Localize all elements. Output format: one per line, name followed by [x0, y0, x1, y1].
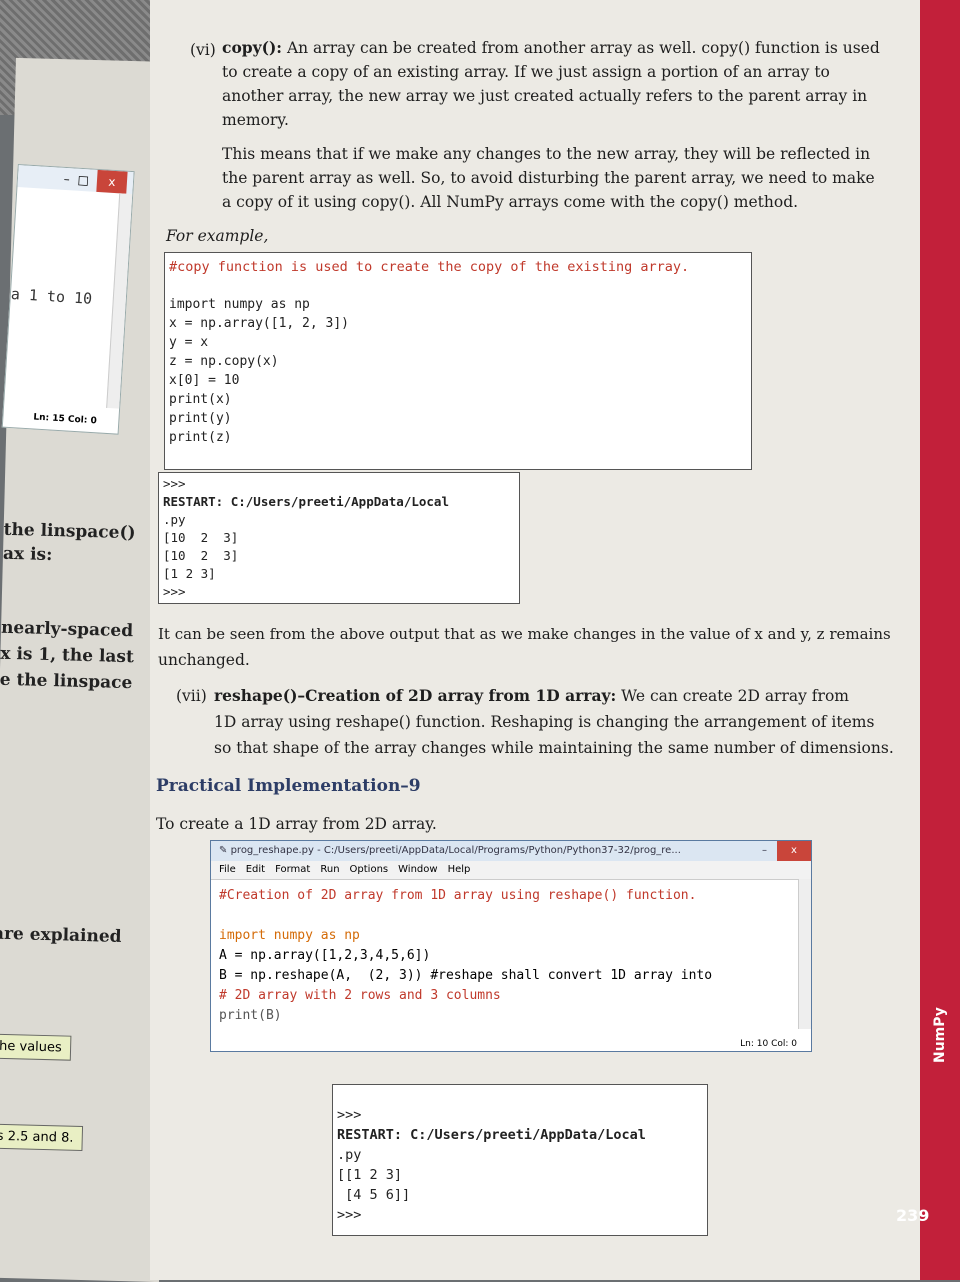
- section-vi-line4: memory.: [222, 111, 289, 129]
- output-line: RESTART: C:/Users/preeti/AppData/Local: [337, 1127, 646, 1143]
- explanation-line1: It can be seen from the above output tha…: [158, 625, 891, 643]
- maximize-icon[interactable]: □: [77, 169, 90, 192]
- code-line: import numpy as np: [219, 928, 360, 943]
- section-vi-line3: another array, the new array we just cre…: [222, 87, 868, 105]
- left-text-line: the linspace(): [3, 519, 136, 544]
- code-line: x[0] = 10: [169, 373, 240, 388]
- chapter-strip: [920, 0, 960, 1280]
- idle-menubar: File Edit Format Run Options Window Help: [211, 861, 811, 880]
- left-window-titlebar: – □ x: [17, 165, 134, 195]
- left-window-code-line: a 1 to 10: [10, 284, 93, 308]
- left-text-line: are explained: [0, 923, 122, 947]
- output-line: [1 2 3]: [163, 566, 216, 581]
- idle-editor-window: ✎ prog_reshape.py - C:/Users/preeti/AppD…: [210, 840, 812, 1052]
- menu-help[interactable]: Help: [448, 861, 471, 879]
- section-vii-line1: reshape()–Creation of 2D array from 1D a…: [214, 684, 849, 708]
- section-vi-line2: to create a copy of an existing array. I…: [222, 63, 830, 81]
- left-text-line: x is 1, the last: [0, 643, 135, 668]
- section-vi-para2-line1: This means that if we make any changes t…: [222, 145, 871, 163]
- code-box-copy: #copy function is used to create the cop…: [164, 252, 752, 470]
- section-vi-line1: copy(): An array can be created from ano…: [222, 36, 880, 60]
- code-line: print(x): [169, 392, 232, 407]
- code-line: #Creation of 2D array from 1D array usin…: [219, 888, 697, 903]
- explanation-line2: unchanged.: [158, 651, 250, 669]
- practical-task: To create a 1D array from 2D array.: [156, 815, 437, 833]
- left-note-box: s 2.5 and 8.: [0, 1123, 83, 1152]
- code-line: print(y): [169, 411, 232, 426]
- minimize-icon[interactable]: –: [762, 841, 767, 861]
- chapter-label: NumPy: [932, 1007, 948, 1063]
- section-vi-label: (vi): [190, 41, 216, 59]
- output-line: [10 2 3]: [163, 530, 239, 545]
- code-line: x = np.array([1, 2, 3]): [169, 316, 350, 331]
- output-line: [10 2 3]: [163, 548, 239, 563]
- menu-run[interactable]: Run: [320, 861, 339, 879]
- left-window-scrollbar[interactable]: [106, 193, 133, 409]
- code-line: A = np.array([1,2,3,4,5,6]): [219, 948, 431, 963]
- menu-edit[interactable]: Edit: [246, 861, 265, 879]
- output-line: RESTART: C:/Users/preeti/AppData/Local: [163, 494, 449, 509]
- close-icon[interactable]: x: [777, 841, 811, 861]
- left-note-box: he values: [0, 1033, 72, 1061]
- output-line: >>>: [337, 1107, 362, 1123]
- output-line: [4 5 6]]: [337, 1187, 411, 1203]
- section-vii-line2: 1D array using reshape() function. Resha…: [214, 713, 875, 731]
- page-number: 239: [896, 1206, 930, 1225]
- close-icon[interactable]: x: [96, 169, 128, 194]
- code-line: # 2D array with 2 rows and 3 columns: [219, 988, 501, 1003]
- idle-code-area[interactable]: #Creation of 2D array from 1D array usin…: [211, 880, 811, 1032]
- minimize-icon[interactable]: –: [63, 168, 70, 190]
- output-box-copy: >>> RESTART: C:/Users/preeti/AppData/Loc…: [158, 472, 520, 604]
- output-line: .py: [337, 1147, 362, 1163]
- menu-file[interactable]: File: [219, 861, 236, 879]
- for-example-label: For example,: [166, 227, 269, 245]
- left-text-line: nearly-spaced: [0, 617, 134, 642]
- section-vii-line3: so that shape of the array changes while…: [214, 739, 894, 757]
- code-line: print(z): [169, 430, 232, 445]
- idle-scrollbar[interactable]: [798, 879, 811, 1029]
- python-file-icon: ✎: [219, 845, 228, 856]
- section-vi-para2-line3: a copy of it using copy(). All NumPy arr…: [222, 193, 799, 211]
- code-lines: import numpy as np x = np.array([1, 2, 3…: [169, 295, 349, 447]
- idle-status-bar: Ln: 10 Col: 0: [740, 1039, 797, 1049]
- output-line: >>>: [163, 584, 186, 599]
- output-line: >>>: [163, 476, 186, 491]
- menu-format[interactable]: Format: [275, 861, 310, 879]
- practical-implementation-heading: Practical Implementation–9: [156, 776, 421, 796]
- output-box-reshape: >>> RESTART: C:/Users/preeti/AppData/Loc…: [332, 1084, 708, 1236]
- code-line: import numpy as np: [169, 297, 310, 312]
- output-lines: >>> RESTART: C:/Users/preeti/AppData/Loc…: [163, 475, 449, 601]
- section-vii-heading: reshape()–Creation of 2D array from 1D a…: [214, 686, 617, 705]
- code-line: B = np.reshape(A, (2, 3)) #reshape shall…: [219, 968, 713, 983]
- left-window-status: Ln: 15 Col: 0: [33, 412, 98, 427]
- left-idle-window: – □ x a 1 to 10 Ln: 15 Col: 0: [1, 164, 135, 435]
- menu-window[interactable]: Window: [398, 861, 437, 879]
- left-text-line: e the linspace: [0, 669, 133, 694]
- section-vi-text: An array can be created from another arr…: [286, 39, 880, 57]
- idle-titlebar: ✎ prog_reshape.py - C:/Users/preeti/AppD…: [211, 841, 811, 861]
- menu-options[interactable]: Options: [350, 861, 389, 879]
- output-line: [[1 2 3]: [337, 1167, 403, 1183]
- output-line: .py: [163, 512, 186, 527]
- left-text-line: ax is:: [2, 543, 53, 566]
- section-vi-heading: copy():: [222, 38, 283, 57]
- code-comment: #copy function is used to create the cop…: [169, 259, 690, 275]
- section-vi-para2-line2: the parent array as well. So, to avoid d…: [222, 169, 875, 187]
- output-line: >>>: [337, 1207, 362, 1223]
- output-lines: >>> RESTART: C:/Users/preeti/AppData/Loc…: [337, 1105, 646, 1225]
- idle-title-text: prog_reshape.py - C:/Users/preeti/AppDat…: [230, 845, 681, 856]
- code-line: z = np.copy(x): [169, 354, 279, 369]
- code-line: print(B): [219, 1008, 282, 1023]
- section-vii-label: (vii): [176, 687, 207, 705]
- code-line: y = x: [169, 335, 209, 350]
- section-vii-text: We can create 2D array from: [621, 687, 849, 705]
